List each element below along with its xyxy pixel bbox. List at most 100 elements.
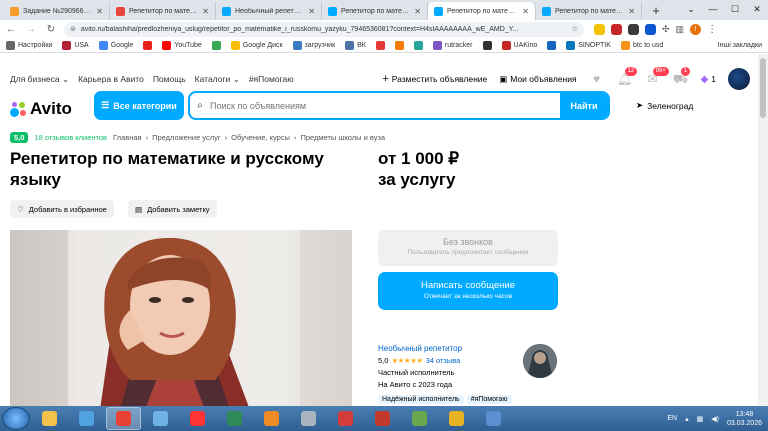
wallet-link[interactable]: ◆ 1 [701, 74, 716, 85]
bookmark-item[interactable] [375, 40, 385, 50]
scrollbar-thumb[interactable] [760, 58, 766, 118]
bookmark-item[interactable]: btc to usd [620, 40, 663, 50]
address-bar[interactable]: ⊜ avito.ru/balashiha/predlozheniya_uslug… [64, 21, 584, 37]
extension-icon[interactable] [628, 23, 639, 35]
other-bookmarks[interactable]: Інші закладки [715, 42, 762, 49]
bookmark-item[interactable] [211, 40, 221, 50]
location-selector[interactable]: ➤ Зеленоград [636, 100, 693, 111]
minimize-button[interactable]: — [702, 0, 724, 18]
browser-tab[interactable]: Задание №2909663 - ... ✕ [4, 2, 110, 20]
seller-reviews-link[interactable]: 34 отзыва [426, 356, 461, 365]
nav-help[interactable]: Помощь [153, 74, 186, 85]
breadcrumb-item[interactable]: Обучение, курсы [231, 133, 290, 142]
breadcrumb-item[interactable]: Предметы школы и вуза [300, 133, 385, 142]
maximize-button[interactable]: ☐ [724, 0, 746, 18]
search-input[interactable] [210, 100, 560, 111]
no-calls-button[interactable]: Без звонков Пользователь предпочитает со… [378, 230, 558, 266]
taskbar-app-antivirus[interactable] [328, 407, 363, 430]
start-button[interactable] [2, 407, 30, 430]
favorites-heart-icon[interactable]: ♥ [589, 72, 605, 86]
bookmark-item[interactable] [413, 40, 423, 50]
taskbar-app-network[interactable] [143, 407, 178, 430]
taskbar-app-64[interactable] [365, 407, 400, 430]
nav-career[interactable]: Карьера в Авито [78, 74, 144, 85]
listing-photo[interactable] [10, 230, 352, 406]
nav-helping[interactable]: #яПомогаю [249, 74, 294, 85]
tab-close-icon[interactable]: ✕ [308, 7, 315, 16]
taskbar-app-wm[interactable] [69, 407, 104, 430]
bookmark-item[interactable]: SINOPTIK [566, 40, 611, 50]
network-icon[interactable]: ▦ [697, 415, 704, 423]
write-message-button[interactable]: Написать сообщение Отвечает за несколько… [378, 272, 558, 310]
bookmark-item[interactable]: загрузчик [292, 40, 335, 50]
browser-tab[interactable]: Репетитор по матема... ✕ [428, 2, 536, 20]
tab-close-icon[interactable]: ✕ [522, 7, 529, 16]
breadcrumb-item[interactable]: Главная [113, 133, 142, 142]
taskbar-app-files[interactable] [439, 407, 474, 430]
reload-button[interactable]: ↻ [44, 24, 58, 35]
tab-close-icon[interactable]: ✕ [414, 7, 421, 16]
site-info-icon[interactable]: ⊜ [70, 25, 76, 33]
messages-icon[interactable]: ✉ 99+ [645, 67, 669, 86]
browser-tab[interactable]: Репетитор по матема... ✕ [536, 2, 642, 20]
clock[interactable]: 13:48 03.03.2026 [727, 410, 762, 428]
search-button[interactable]: Найти [560, 93, 608, 118]
taskbar-app-chrome[interactable] [106, 407, 141, 430]
bookmark-item[interactable]: ВК [345, 40, 366, 50]
tab-search-icon[interactable]: ⌄ [680, 0, 702, 18]
bookmark-item[interactable] [394, 40, 404, 50]
extension-icon[interactable] [594, 23, 605, 35]
post-ad-link[interactable]: + Разместить объявление [382, 73, 487, 85]
bookmark-item[interactable]: Настройки [6, 40, 52, 50]
taskbar-app-yandex[interactable] [180, 407, 215, 430]
my-ads-link[interactable]: ▣ Мои объявления [499, 74, 576, 85]
close-window-button[interactable]: ✕ [746, 0, 768, 18]
reviews-link[interactable]: 18 отзывов клиентов [34, 133, 107, 142]
bookmark-item[interactable]: Google [98, 40, 133, 50]
browser-tab[interactable]: Репетитор по матема... ✕ [110, 2, 216, 20]
taskbar-app-media[interactable] [217, 407, 252, 430]
seller-avatar[interactable] [523, 344, 557, 378]
extensions-puzzle-icon[interactable]: ✣ [662, 24, 670, 35]
avito-logo[interactable]: Avito [10, 99, 72, 119]
back-button[interactable]: ← [4, 24, 18, 35]
taskbar-app-monitor[interactable] [476, 407, 511, 430]
bookmark-item[interactable]: UAKino [501, 40, 537, 50]
all-categories-button[interactable]: ☰ Все категории [94, 91, 184, 120]
add-note-button[interactable]: ▤ Добавить заметку [128, 200, 217, 218]
menu-icon[interactable]: ⋮ [707, 24, 717, 35]
bookmark-item[interactable]: Google Диск [230, 40, 283, 50]
language-indicator[interactable]: EN [667, 415, 677, 422]
volume-icon[interactable]: ◀) [711, 415, 719, 423]
bookmark-item[interactable] [547, 40, 557, 50]
browser-tab[interactable]: Необычный репетитор ✕ [216, 2, 322, 20]
extension-icon[interactable] [645, 23, 656, 35]
extension-icon[interactable] [611, 23, 622, 35]
user-avatar[interactable] [728, 68, 750, 90]
taskbar-app-vpn[interactable] [291, 407, 326, 430]
taskbar-app-explorer[interactable] [32, 407, 67, 430]
notifications-bell-icon[interactable]: 🔔︎ 12 [617, 67, 638, 86]
tray-arrow-icon[interactable]: ▴ [685, 415, 689, 423]
page-scrollbar[interactable] [758, 54, 768, 406]
cart-icon[interactable]: ⛟ 1 [673, 67, 690, 86]
add-to-favorites-button[interactable]: ♡ Добавить в избранное [10, 200, 114, 218]
sidebar-icon[interactable]: ▥ [676, 24, 685, 35]
bookmark-item[interactable] [143, 40, 153, 50]
tab-close-icon[interactable]: ✕ [628, 7, 635, 16]
browser-tab[interactable]: Репетитор по матема... ✕ [322, 2, 428, 20]
taskbar-app-paint[interactable] [402, 407, 437, 430]
bookmark-item[interactable] [482, 40, 492, 50]
nav-catalogs[interactable]: Каталоги ⌄ [195, 74, 240, 85]
bookmark-item[interactable]: USA [62, 40, 89, 50]
bookmark-item[interactable]: YouTube [162, 40, 202, 50]
taskbar-app-player[interactable] [254, 407, 289, 430]
breadcrumb-item[interactable]: Предложение услуг [152, 133, 221, 142]
tab-close-icon[interactable]: ✕ [202, 7, 209, 16]
nav-business[interactable]: Для бизнеса ⌄ [10, 74, 69, 85]
bookmark-item[interactable]: rutracker [432, 40, 473, 50]
new-tab-button[interactable]: + [648, 3, 664, 19]
forward-button[interactable]: → [24, 24, 38, 35]
profile-avatar[interactable]: ! [690, 23, 702, 35]
tab-close-icon[interactable]: ✕ [96, 7, 103, 16]
